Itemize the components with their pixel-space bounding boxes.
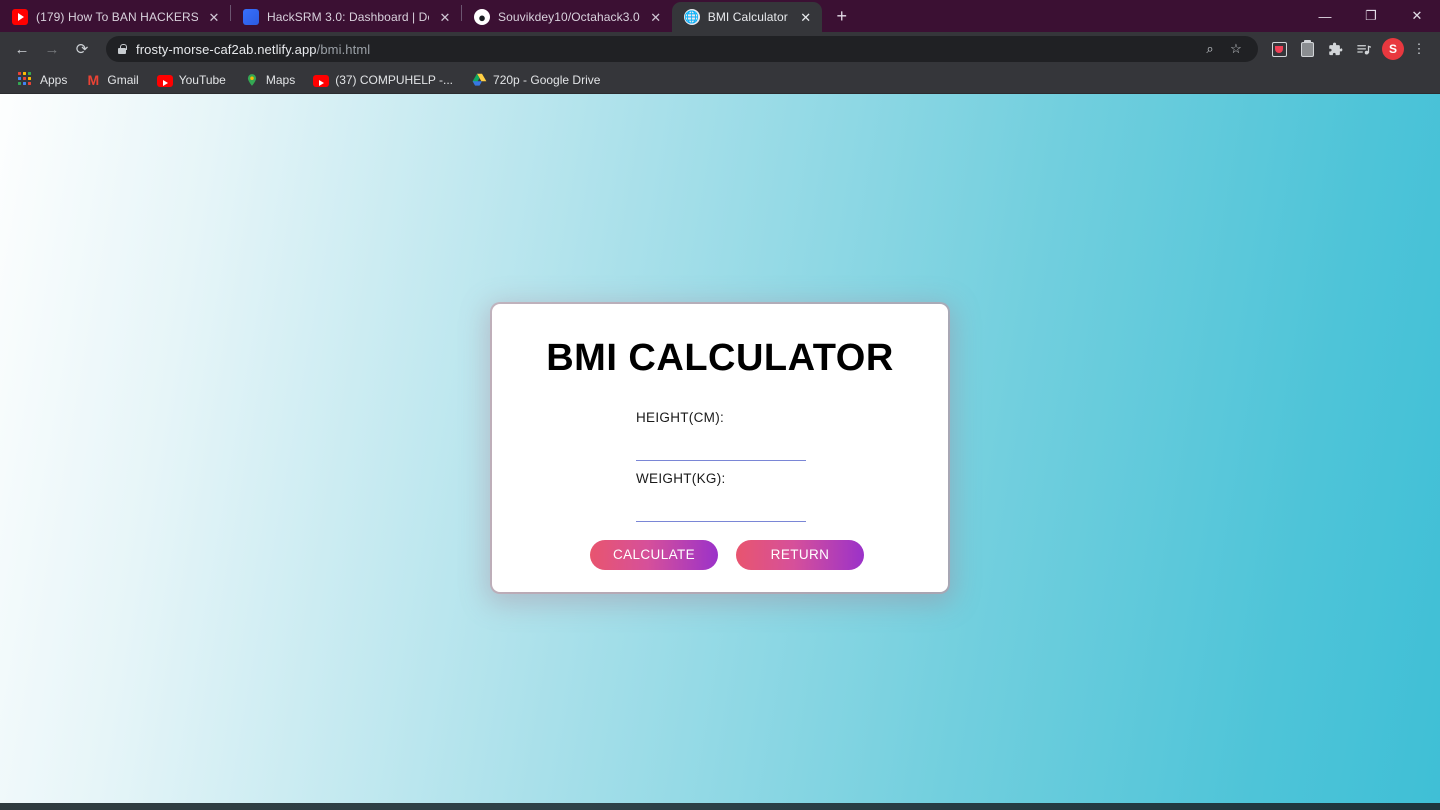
height-input[interactable]	[636, 426, 806, 461]
bookmark-apps[interactable]: Apps	[10, 69, 75, 91]
return-button[interactable]: RETURN	[736, 539, 864, 570]
height-label: HEIGHT(CM):	[636, 409, 725, 425]
page-title: BMI CALCULATOR	[546, 337, 894, 380]
bookmark-youtube[interactable]: YouTube	[149, 70, 234, 90]
youtube-icon	[12, 9, 28, 25]
bookmark-star-icon[interactable]: ☆	[1224, 37, 1248, 61]
back-button[interactable]: ←	[8, 35, 36, 63]
reload-button[interactable]: ⟳	[68, 35, 96, 63]
clipboard-extension-icon[interactable]	[1294, 36, 1320, 62]
bookmark-compuhelp[interactable]: (37) COMPUHELP -...	[305, 70, 461, 90]
bookmark-gmail[interactable]: M Gmail	[77, 69, 146, 91]
tab-title: HackSRM 3.0: Dashboard | Devfo	[267, 10, 429, 24]
browser-toolbar: ← → ⟳ frosty-morse-caf2ab.netlify.app/bm…	[0, 32, 1440, 66]
tab-youtube[interactable]: (179) How To BAN HACKERS 🤩 ✕	[0, 2, 230, 32]
toolbar-icons: S ⋮	[1266, 36, 1432, 62]
address-bar[interactable]: frosty-morse-caf2ab.netlify.app/bmi.html…	[106, 36, 1258, 62]
bookmark-label: (37) COMPUHELP -...	[335, 72, 454, 87]
tab-list: (179) How To BAN HACKERS 🤩 ✕ HackSRM 3.0…	[0, 0, 856, 32]
new-tab-button[interactable]: +	[828, 2, 856, 30]
tab-bmi-calculator[interactable]: 🌐 BMI Calculator ✕	[671, 2, 822, 32]
bookmark-label: YouTube	[178, 72, 226, 87]
browser-window: (179) How To BAN HACKERS 🤩 ✕ HackSRM 3.0…	[0, 0, 1440, 810]
youtube-icon	[313, 74, 330, 87]
apps-grid-icon	[18, 71, 34, 88]
media-playlist-icon[interactable]	[1350, 36, 1376, 62]
bookmark-google-drive[interactable]: 720p - Google Drive	[463, 69, 608, 91]
address-bar-url: frosty-morse-caf2ab.netlify.app/bmi.html	[136, 42, 370, 57]
tab-hacksrm[interactable]: HackSRM 3.0: Dashboard | Devfo ✕	[231, 2, 461, 32]
taskbar-strip	[0, 803, 1440, 810]
page-viewport: BMI CALCULATOR HEIGHT(CM): WEIGHT(KG): C…	[0, 94, 1440, 810]
close-icon[interactable]: ✕	[206, 9, 222, 25]
globe-icon: 🌐	[683, 9, 700, 25]
tab-title: Souvikdey10/Octahack3.0	[498, 10, 640, 24]
browser-menu-icon[interactable]: ⋮	[1406, 36, 1432, 62]
youtube-icon	[156, 74, 173, 87]
omnibox-icons: ⌕ ☆	[1198, 37, 1248, 61]
weight-label: WEIGHT(KG):	[636, 470, 726, 486]
profile-avatar[interactable]: S	[1382, 38, 1404, 60]
bookmark-maps[interactable]: Maps	[236, 69, 303, 91]
close-window-button[interactable]: ✕	[1394, 0, 1440, 32]
tab-title: (179) How To BAN HACKERS 🤩	[36, 10, 198, 24]
devfolio-icon	[243, 9, 259, 25]
tab-strip: (179) How To BAN HACKERS 🤩 ✕ HackSRM 3.0…	[0, 0, 1440, 32]
bookmarks-bar: Apps M Gmail YouTube Maps (37) COMPUHELP…	[0, 66, 1440, 94]
weight-field-group: WEIGHT(KG):	[636, 470, 806, 522]
bookmark-label: Apps	[40, 72, 68, 87]
gmail-icon: M	[87, 71, 100, 88]
close-icon[interactable]: ✕	[437, 9, 453, 25]
weight-input[interactable]	[636, 487, 806, 522]
maximize-button[interactable]: ❐	[1348, 0, 1394, 32]
github-icon: ●	[474, 9, 490, 25]
tab-title: BMI Calculator	[707, 10, 788, 24]
url-path: /bmi.html	[316, 41, 371, 57]
bmi-form: HEIGHT(CM): WEIGHT(KG):	[492, 410, 948, 522]
pocket-extension-icon[interactable]	[1266, 36, 1292, 62]
window-controls: — ❐ ✕	[1302, 0, 1440, 32]
lock-icon	[116, 43, 128, 55]
close-icon[interactable]: ✕	[798, 9, 814, 25]
height-field-group: HEIGHT(CM):	[636, 409, 806, 461]
maps-pin-icon	[244, 72, 260, 88]
tab-github[interactable]: ● Souvikdey10/Octahack3.0 ✕	[462, 2, 672, 32]
bookmark-label: Gmail	[107, 72, 139, 87]
button-row: CALCULATE RETURN	[492, 539, 948, 570]
extensions-puzzle-icon[interactable]	[1322, 36, 1348, 62]
url-domain: frosty-morse-caf2ab.netlify.app	[136, 41, 317, 57]
forward-button[interactable]: →	[38, 35, 66, 63]
bmi-calculator-card: BMI CALCULATOR HEIGHT(CM): WEIGHT(KG): C…	[492, 304, 948, 592]
search-icon[interactable]: ⌕	[1198, 37, 1222, 61]
calculate-button[interactable]: CALCULATE	[590, 539, 718, 570]
google-drive-icon	[471, 72, 487, 88]
close-icon[interactable]: ✕	[648, 9, 664, 25]
minimize-button[interactable]: —	[1302, 0, 1348, 32]
bookmark-label: Maps	[265, 72, 296, 87]
bookmark-label: 720p - Google Drive	[493, 72, 601, 87]
